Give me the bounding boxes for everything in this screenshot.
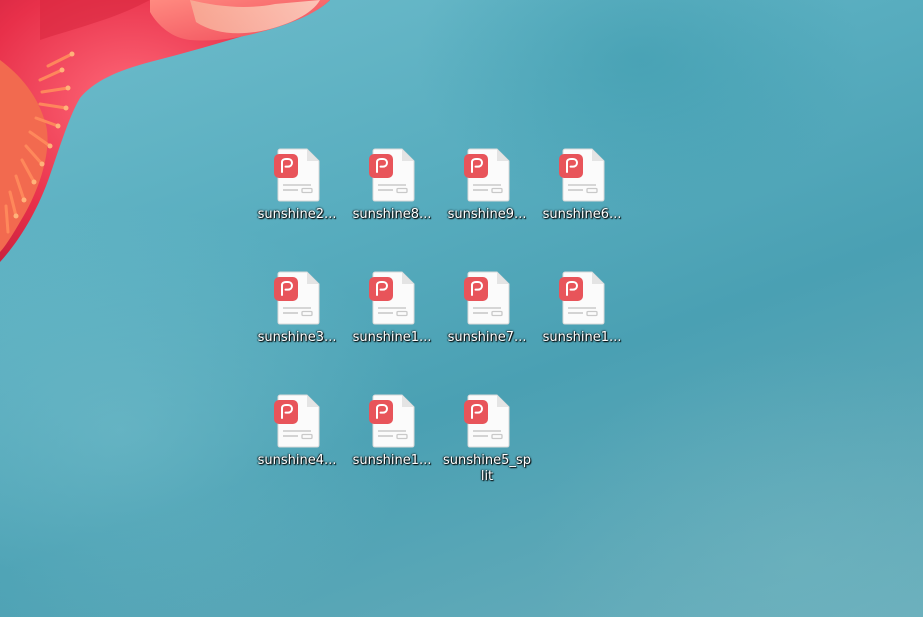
- file-name-label: sunshine1...: [542, 330, 622, 345]
- wps-pdf-file-icon: [274, 394, 320, 448]
- wps-pdf-file-icon: [464, 148, 510, 202]
- file-name-label: sunshine1...: [352, 330, 432, 345]
- desktop-icon-file[interactable]: sunshine1...: [537, 271, 627, 346]
- desktop-icon-file[interactable]: sunshine8...: [347, 148, 437, 223]
- desktop[interactable]: sunshine2... sunshine8... sunshine9... s…: [0, 0, 923, 617]
- file-name-label: sunshine2...: [257, 207, 337, 222]
- wps-pdf-file-icon: [369, 394, 415, 448]
- wps-pdf-file-icon: [274, 271, 320, 325]
- desktop-icon-file[interactable]: sunshine2...: [252, 148, 342, 223]
- file-name-label: sunshine9...: [447, 207, 527, 222]
- wps-pdf-file-icon: [274, 148, 320, 202]
- wps-pdf-file-icon: [559, 148, 605, 202]
- desktop-icon-file[interactable]: sunshine7...: [442, 271, 532, 346]
- wps-pdf-file-icon: [464, 271, 510, 325]
- wps-pdf-file-icon: [369, 271, 415, 325]
- flower-wallpaper-decoration: [0, 0, 330, 262]
- desktop-icon-file[interactable]: sunshine9...: [442, 148, 532, 223]
- desktop-icon-file[interactable]: sunshine1...: [347, 394, 437, 469]
- desktop-icon-file[interactable]: sunshine1...: [347, 271, 437, 346]
- file-name-label: sunshine1...: [352, 453, 432, 468]
- wps-pdf-file-icon: [369, 148, 415, 202]
- file-name-label: sunshine8...: [352, 207, 432, 222]
- file-name-label: sunshine6...: [542, 207, 622, 222]
- file-name-label: sunshine4...: [257, 453, 337, 468]
- desktop-icon-file[interactable]: sunshine4...: [252, 394, 342, 469]
- desktop-icon-file[interactable]: sunshine6...: [537, 148, 627, 223]
- desktop-icon-file[interactable]: sunshine5_split: [442, 394, 532, 485]
- file-name-label: sunshine7...: [447, 330, 527, 345]
- wps-pdf-file-icon: [464, 394, 510, 448]
- wps-pdf-file-icon: [559, 271, 605, 325]
- file-name-label: sunshine3...: [257, 330, 337, 345]
- file-name-label: sunshine5_split: [443, 453, 531, 484]
- desktop-icon-file[interactable]: sunshine3...: [252, 271, 342, 346]
